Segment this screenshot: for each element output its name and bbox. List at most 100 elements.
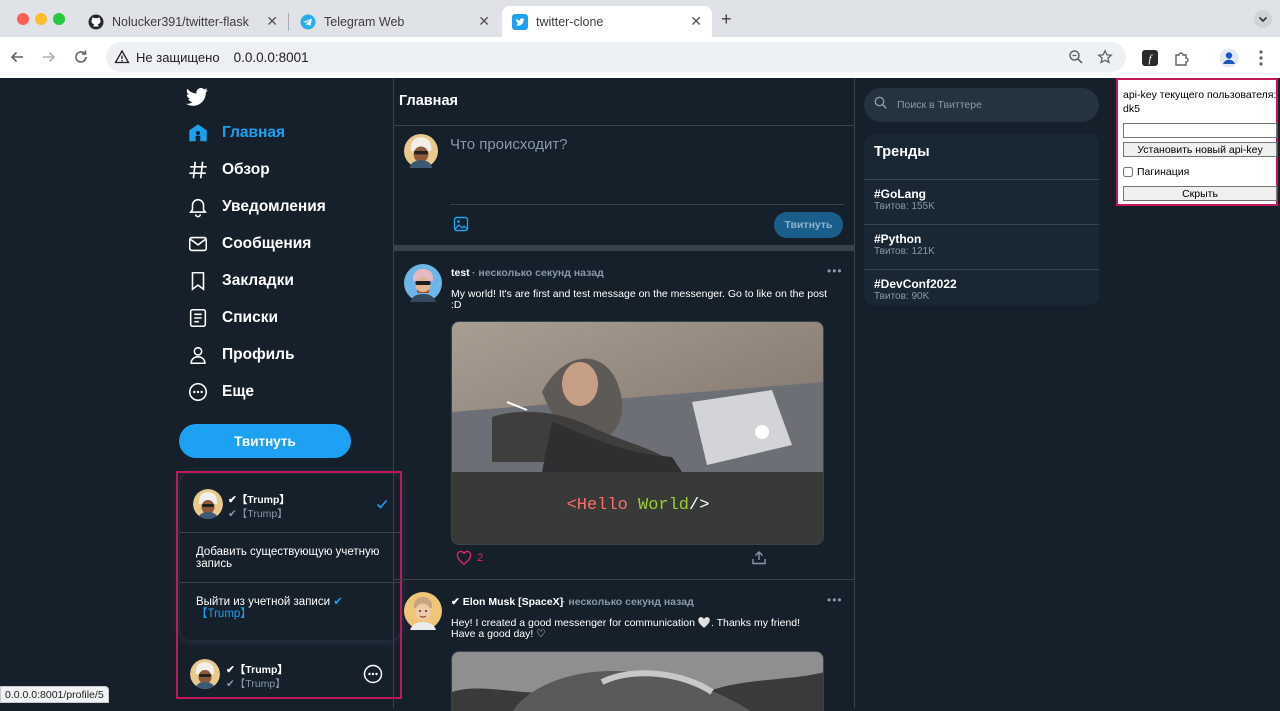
like-count: 2 xyxy=(477,552,484,564)
search-input[interactable] xyxy=(897,99,1077,111)
chevron-down-icon[interactable] xyxy=(1254,10,1272,28)
hide-button[interactable]: Скрыть xyxy=(1123,186,1277,201)
tweet-author[interactable]: ✔ Elon Musk [SpaceX] xyxy=(451,596,563,608)
bookmark-icon xyxy=(186,269,210,293)
close-icon[interactable]: ✕ xyxy=(478,13,490,30)
status-bar-url: 0.0.0.0:8001/profile/5 xyxy=(0,686,109,703)
tab-telegram[interactable]: Telegram Web ✕ xyxy=(290,6,500,37)
page-title: Главная xyxy=(399,93,458,109)
tweet-image xyxy=(452,652,823,711)
more-horizontal-icon[interactable]: ••• xyxy=(827,593,843,607)
reload-icon[interactable] xyxy=(72,48,90,66)
trend-item[interactable]: #DevConf2022 Твитов: 90K xyxy=(864,269,1099,314)
tab-title: Nolucker391/twitter-flask xyxy=(112,14,249,29)
mail-icon xyxy=(186,232,210,256)
zoom-icon[interactable] xyxy=(1065,46,1087,68)
sidebar-item-label: Сообщения xyxy=(222,235,312,252)
sidebar-item-more[interactable]: Еще xyxy=(186,379,254,405)
share-icon[interactable] xyxy=(751,550,767,566)
tab-title: Telegram Web xyxy=(324,14,405,29)
sidebar-item-label: Списки xyxy=(222,309,278,326)
sidebar-item-explore[interactable]: Обзор xyxy=(186,157,270,183)
trend-item[interactable]: #GoLang Твитов: 155K xyxy=(864,179,1099,224)
profile-icon[interactable] xyxy=(1219,48,1239,68)
twitter-logo-icon[interactable] xyxy=(186,87,208,107)
tweet-text: Hey! I created a good messenger for comm… xyxy=(451,617,801,640)
bell-icon xyxy=(186,195,210,219)
star-icon[interactable] xyxy=(1094,46,1116,68)
puzzle-icon[interactable] xyxy=(1172,48,1192,68)
sidebar-item-lists[interactable]: Списки xyxy=(186,305,278,331)
extension-script-icon[interactable]: f xyxy=(1140,48,1160,68)
compose-input[interactable] xyxy=(450,136,845,186)
forward-arrow-icon[interactable] xyxy=(40,48,58,66)
header-divider xyxy=(394,125,854,126)
sidebar-item-label: Закладки xyxy=(222,272,294,289)
minimize-window-button[interactable] xyxy=(35,13,47,25)
address-bar[interactable]: Не защищено 0.0.0.0:8001 xyxy=(106,42,1126,72)
image-icon[interactable] xyxy=(453,216,471,234)
set-api-key-button[interactable]: Установить новый api-key xyxy=(1123,142,1277,157)
tweet-text: My world! It's are first and test messag… xyxy=(451,288,828,311)
maximize-window-button[interactable] xyxy=(53,13,65,25)
trend-count: Твитов: 155K xyxy=(874,201,935,212)
highlight-box-accounts xyxy=(176,471,402,699)
trend-tag: #DevConf2022 xyxy=(874,277,957,291)
back-arrow-icon[interactable] xyxy=(8,48,26,66)
home-icon xyxy=(186,121,210,145)
trend-item[interactable]: #Python Твитов: 121K xyxy=(864,224,1099,269)
pagination-toggle[interactable]: Пагинация xyxy=(1123,166,1189,178)
tweet-button[interactable]: Твитнуть xyxy=(179,424,351,458)
heart-icon[interactable] xyxy=(456,550,472,566)
new-tab-button[interactable]: + xyxy=(721,9,732,30)
sidebar-item-messages[interactable]: Сообщения xyxy=(186,231,311,257)
pagination-checkbox[interactable] xyxy=(1123,167,1133,177)
trends-panel: Тренды #GoLang Твитов: 155K #Python Твит… xyxy=(864,134,1099,305)
pagination-label: Пагинация xyxy=(1137,166,1190,178)
tweet-media[interactable]: <Hello World/> xyxy=(451,321,824,545)
compose-tweet-button[interactable]: Твитнуть xyxy=(774,212,843,238)
tweet-time: · несколько секунд назад xyxy=(562,596,694,608)
sidebar-item-label: Главная xyxy=(222,124,286,141)
close-icon[interactable]: ✕ xyxy=(266,13,278,30)
api-key-panel: api-key текущего пользователя: dk5 Устан… xyxy=(1116,78,1278,206)
avatar[interactable] xyxy=(404,592,442,630)
sidebar-item-profile[interactable]: Профиль xyxy=(186,342,295,368)
kebab-menu-icon[interactable] xyxy=(1251,48,1271,68)
security-label[interactable]: Не защищено xyxy=(136,50,220,65)
section-divider xyxy=(394,245,854,251)
trend-count: Твитов: 90K xyxy=(874,291,930,302)
avatar[interactable] xyxy=(404,134,438,168)
api-key-input[interactable] xyxy=(1123,123,1277,138)
tab-github[interactable]: Nolucker391/twitter-flask ✕ xyxy=(78,6,288,37)
close-icon[interactable]: ✕ xyxy=(690,13,702,30)
sidebar-item-label: Уведомления xyxy=(222,198,326,215)
trend-count: Твитов: 121K xyxy=(874,246,935,257)
compose-divider xyxy=(450,204,844,205)
search-box[interactable] xyxy=(864,88,1099,122)
sidebar-item-label: Еще xyxy=(222,383,255,400)
more-horizontal-icon[interactable]: ••• xyxy=(827,264,843,278)
close-window-button[interactable] xyxy=(17,13,29,25)
tweet-time: · несколько секунд назад xyxy=(472,267,604,279)
media-caption: <Hello World/> xyxy=(567,496,710,515)
browser-tabbar: Nolucker391/twitter-flask ✕ Telegram Web… xyxy=(0,0,1280,37)
warning-icon[interactable] xyxy=(114,49,132,65)
search-icon xyxy=(874,96,887,114)
twitter-icon xyxy=(512,13,528,30)
sidebar-item-home[interactable]: Главная xyxy=(186,120,285,146)
github-icon xyxy=(88,14,104,30)
tweet-media[interactable] xyxy=(451,651,824,711)
tweet-author[interactable]: test xyxy=(451,267,470,279)
twitter-page: Главная Обзор Уведомления Сообщения Закл… xyxy=(0,78,1280,711)
trends-title: Тренды xyxy=(874,144,930,160)
list-icon xyxy=(186,306,210,330)
sidebar-item-notifications[interactable]: Уведомления xyxy=(186,194,326,220)
trend-tag: #GoLang xyxy=(874,187,927,201)
url-text[interactable]: 0.0.0.0:8001 xyxy=(234,50,309,65)
tweet-divider xyxy=(394,579,854,580)
tab-separator xyxy=(288,13,289,31)
tab-twitter-clone[interactable]: twitter-clone ✕ xyxy=(502,6,712,37)
sidebar-item-bookmarks[interactable]: Закладки xyxy=(186,268,294,294)
avatar[interactable] xyxy=(404,264,442,302)
